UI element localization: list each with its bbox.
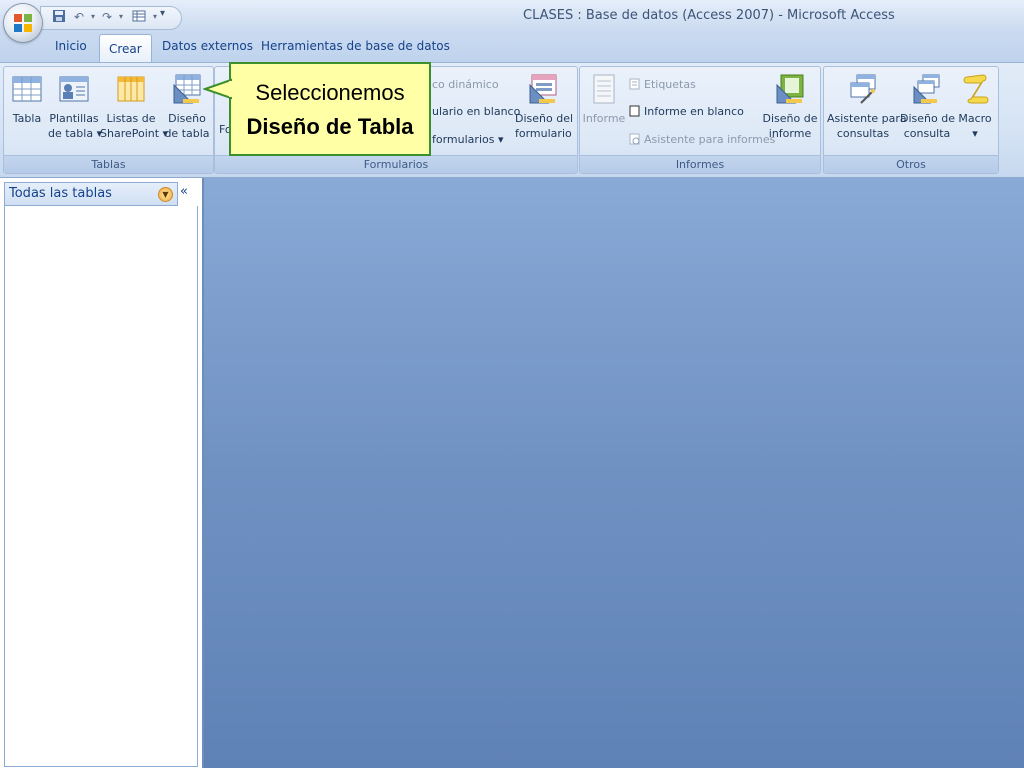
callout-line-2: Diseño de Tabla [246, 114, 414, 139]
asistente-consultas-label-1: Asistente para [827, 112, 907, 125]
plantillas-label-2: de tabla ▾ [48, 127, 103, 140]
listas-label-2: SharePoint ▾ [100, 127, 169, 140]
diseno-tabla-label-2: de tabla [164, 127, 210, 140]
instruction-callout: Seleccionemos Diseño de Tabla [229, 62, 431, 156]
etiquetas-button[interactable]: Etiquetas [629, 77, 696, 93]
dropdown-icon[interactable]: ▼ [158, 187, 173, 202]
table-design-icon [171, 73, 203, 105]
form-design-icon [527, 73, 559, 105]
group-label-otros: Otros [824, 155, 998, 173]
labels-icon [629, 78, 640, 90]
blank-report-icon [629, 105, 640, 117]
asistente-consultas-label-2: consultas [836, 127, 890, 140]
macro-button[interactable]: Macro ▾ [956, 73, 994, 141]
report-wizard-icon [629, 133, 640, 145]
tab-datos-externos[interactable]: Datos externos [162, 39, 253, 53]
table-icon [11, 73, 43, 105]
save-icon[interactable] [51, 9, 67, 25]
mas-formularios-button[interactable]: formularios ▾ [432, 132, 503, 148]
macro-scroll-icon [959, 73, 991, 105]
callout-line-1: Seleccionemos [255, 80, 405, 105]
query-wizard-icon [847, 73, 879, 105]
table-template-icon [58, 73, 90, 105]
group-informes: Informe Etiquetas Informe en blanco Asis… [579, 66, 821, 174]
customize-toolbar-icon[interactable]: ▾ [160, 8, 165, 19]
redo-dropdown-icon[interactable]: ▾ [113, 9, 129, 25]
macro-label-2: ▾ [972, 127, 978, 140]
diseno-informe-label-1: Diseño de [762, 112, 818, 125]
formulario-en-blanco-button[interactable]: ulario en blanco [432, 104, 520, 120]
diseno-consulta-label-1: Diseño de [900, 112, 955, 125]
tab-inicio[interactable]: Inicio [55, 39, 87, 53]
grafico-dinamico-button[interactable]: co dinámico [432, 77, 499, 93]
group-otros: Asistente para consultas Diseño de consu… [823, 66, 999, 174]
view-icon[interactable] [131, 9, 147, 25]
query-design-icon [911, 73, 943, 105]
diseno-informe-button[interactable]: Diseño de informe [762, 73, 818, 141]
listas-label-1: Listas de [106, 112, 156, 125]
ribbon: Tabla Plantillas de tabla ▾ Listas de Sh… [0, 62, 1024, 178]
workspace-area [204, 178, 1024, 768]
tabla-button[interactable]: Tabla [8, 73, 46, 126]
group-label-formularios: Formularios [215, 155, 577, 173]
window-title: CLASES : Base de datos (Access 2007) - M… [523, 8, 895, 23]
informe-en-blanco-label: Informe en blanco [644, 105, 744, 118]
report-icon [588, 73, 620, 105]
listas-sharepoint-button[interactable]: Listas de SharePoint ▾ [100, 73, 169, 141]
ribbon-tabs: Inicio Crear Datos externos Herramientas… [0, 34, 1024, 63]
tab-crear[interactable]: Crear [99, 34, 152, 63]
report-design-icon [774, 73, 806, 105]
etiquetas-label: Etiquetas [644, 78, 696, 91]
nav-pane-title: Todas las tablas [9, 186, 112, 201]
asistente-informes-label: Asistente para informes [644, 133, 776, 146]
diseno-consulta-label-2: consulta [903, 127, 951, 140]
informe-label: Informe [582, 112, 626, 125]
group-tablas: Tabla Plantillas de tabla ▾ Listas de Sh… [3, 66, 214, 174]
nav-pane-list [4, 206, 198, 767]
callout-pointer [203, 78, 233, 100]
plantillas-label-1: Plantillas [49, 112, 99, 125]
plantillas-button[interactable]: Plantillas de tabla ▾ [48, 73, 103, 141]
group-label-informes: Informes [580, 155, 820, 173]
collapse-pane-icon[interactable]: « [180, 184, 188, 199]
sharepoint-list-icon [115, 73, 147, 105]
diseno-formulario-label-2: formulario [515, 127, 572, 140]
asistente-informes-button[interactable]: Asistente para informes [629, 132, 775, 148]
office-logo-icon [14, 14, 32, 32]
informe-en-blanco-button[interactable]: Informe en blanco [629, 104, 744, 120]
diseno-formulario-button[interactable]: Diseño del formulario [515, 73, 574, 141]
diseno-informe-label-2: informe [768, 127, 812, 140]
diseno-tabla-label-1: Diseño [168, 112, 206, 125]
navigation-pane: Todas las tablas ▼ « [0, 178, 204, 768]
macro-label-1: Macro [958, 112, 992, 125]
asistente-consultas-button[interactable]: Asistente para consultas [827, 73, 907, 141]
tabla-label: Tabla [12, 112, 42, 125]
diseno-formulario-label-1: Diseño del [515, 112, 574, 125]
informe-button[interactable]: Informe [582, 73, 626, 126]
office-button[interactable] [4, 4, 42, 42]
diseno-consulta-button[interactable]: Diseño de consulta [900, 73, 955, 141]
tab-herramientas[interactable]: Herramientas de base de datos [261, 39, 450, 53]
group-label-tablas: Tablas [4, 155, 213, 173]
title-bar: ↶ ▾ ↷ ▾ ▾ ▾ CLASES : Base de datos (Acce… [0, 0, 1024, 34]
nav-pane-header[interactable]: Todas las tablas ▼ [4, 182, 178, 206]
